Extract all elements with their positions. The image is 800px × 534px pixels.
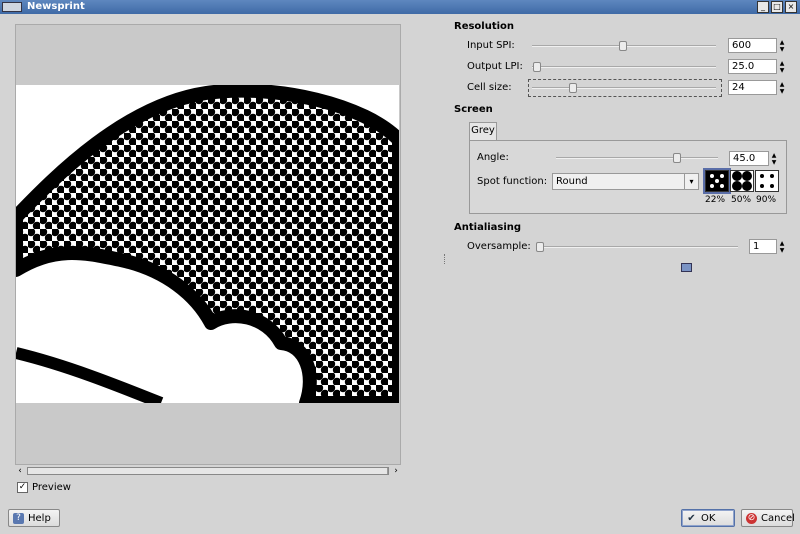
output-lpi-spinbox[interactable]: 25.0 ▲ ▼ (728, 59, 784, 74)
spin-arrows-icon[interactable]: ▲ ▼ (777, 81, 787, 96)
angle-slider[interactable] (556, 153, 718, 163)
spin-arrows-icon[interactable]: ▲ ▼ (777, 39, 787, 54)
help-icon: ? (13, 513, 24, 524)
minimize-button[interactable]: _ (757, 1, 769, 13)
scrollbar-trough[interactable] (27, 467, 389, 475)
input-spi-slider-handle[interactable] (619, 41, 627, 51)
spot-function-dropdown[interactable]: Round ▾ (552, 173, 699, 190)
cell-size-slider[interactable] (532, 83, 716, 93)
resolution-heading: Resolution (454, 21, 515, 32)
window-menu-icon[interactable] (2, 2, 22, 12)
scroll-left-icon[interactable]: ‹ (15, 465, 25, 477)
spot-preview-22 (703, 168, 731, 194)
close-button[interactable]: × (785, 1, 797, 13)
spot-preview-50 (730, 170, 754, 192)
spot-preview-90-label: 90% (756, 195, 777, 205)
screen-heading: Screen (454, 104, 493, 115)
input-spi-spinbox[interactable]: 600 ▲ ▼ (728, 38, 784, 53)
cancel-button[interactable]: ⊘ Cancel (741, 509, 795, 527)
oversample-slider-handle[interactable] (536, 242, 544, 252)
spot-preview-50-label: 50% (731, 195, 752, 205)
chevron-down-icon[interactable]: ▾ (684, 174, 698, 189)
scroll-right-icon[interactable]: › (391, 465, 401, 477)
maximize-button[interactable]: □ (771, 1, 783, 13)
cancel-icon: ⊘ (746, 513, 757, 524)
tab-grey[interactable]: Grey (469, 122, 497, 140)
preview-horizontal-scrollbar[interactable]: ‹ › (15, 465, 401, 477)
preview-image[interactable] (16, 85, 399, 403)
spin-arrows-icon[interactable]: ▲ ▼ (777, 60, 787, 75)
input-spi-label: Input SPI: (467, 40, 515, 51)
navigate-icon[interactable] (681, 263, 692, 272)
output-lpi-slider-handle[interactable] (533, 62, 541, 72)
ok-button[interactable]: ✔ OK (681, 509, 735, 527)
input-spi-slider[interactable] (532, 41, 716, 51)
oversample-spinbox[interactable]: 1 ▲ ▼ (749, 239, 784, 254)
angle-label: Angle: (477, 152, 509, 163)
oversample-label: Oversample: (467, 241, 531, 252)
checkmark-icon: ✔ (687, 513, 696, 524)
window-titlebar[interactable]: Newsprint _ □ × (0, 0, 800, 14)
output-lpi-label: Output LPI: (467, 61, 523, 72)
angle-slider-handle[interactable] (673, 153, 681, 163)
spot-preview-90 (755, 170, 779, 192)
help-button[interactable]: ? Help (8, 509, 60, 527)
spot-function-label: Spot function: (477, 176, 548, 187)
spin-arrows-icon[interactable]: ▲ ▼ (769, 152, 779, 167)
scrollbar-thumb[interactable] (28, 468, 388, 474)
angle-spinbox[interactable]: 45.0 ▲ ▼ (729, 151, 776, 166)
preview-label[interactable]: Preview (32, 482, 71, 494)
cell-size-label: Cell size: (467, 82, 512, 93)
preview-checkbox[interactable]: ✓ (17, 482, 28, 493)
cell-size-spinbox[interactable]: 24 ▲ ▼ (728, 80, 784, 95)
oversample-slider[interactable] (536, 242, 738, 252)
cell-size-slider-handle[interactable] (569, 83, 577, 93)
antialiasing-heading: Antialiasing (454, 222, 522, 233)
pane-grip-icon[interactable] (444, 254, 446, 264)
spin-arrows-icon[interactable]: ▲ ▼ (777, 240, 787, 255)
spot-preview-22-label: 22% (705, 195, 726, 205)
window-title: Newsprint (27, 1, 85, 12)
output-lpi-slider[interactable] (532, 62, 716, 72)
